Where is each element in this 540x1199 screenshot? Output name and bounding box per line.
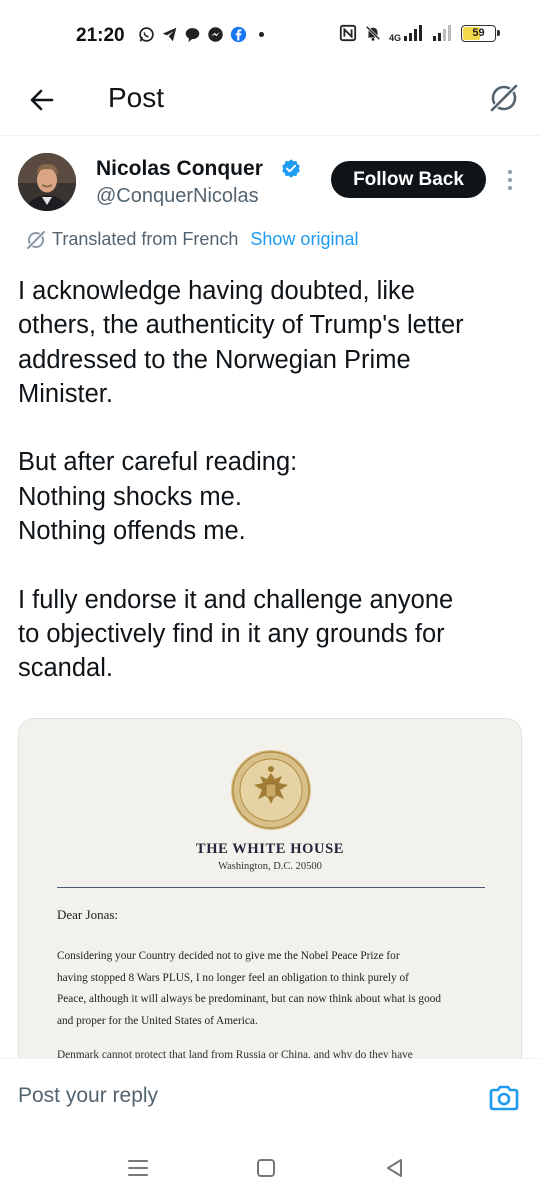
arrow-left-icon	[30, 89, 54, 111]
grok-button[interactable]	[484, 78, 524, 118]
translated-label: Translated from French	[52, 229, 239, 249]
notification-icons	[138, 26, 270, 43]
grok-icon	[490, 84, 518, 112]
messenger-icon	[208, 27, 223, 42]
more-dot	[508, 170, 512, 174]
grok-icon	[26, 230, 46, 249]
author-name[interactable]: Nicolas Conquer	[96, 157, 263, 181]
show-original-link[interactable]: Show original	[250, 229, 358, 250]
reply-input[interactable]	[18, 1084, 438, 1108]
letter-address: Washington, D.C. 20500	[218, 861, 322, 872]
top-app-bar: Post	[0, 70, 540, 136]
more-options-button[interactable]	[500, 168, 520, 192]
signal-icon-2	[433, 25, 451, 41]
tweet-paragraph: But after careful reading: Nothing shock…	[18, 448, 298, 546]
camera-button[interactable]	[486, 1081, 522, 1115]
author-handle[interactable]: @ConquerNicolas	[96, 185, 259, 208]
whatsapp-icon	[139, 27, 154, 42]
battery-level: 59	[472, 27, 485, 39]
telegram-icon	[162, 27, 177, 42]
translation-row: Translated from French Show original	[26, 229, 358, 250]
tweet-text: I acknowledge having doubted, like other…	[18, 274, 523, 686]
home-icon	[257, 1159, 275, 1177]
letter-cut-text: Denmark cannot protect that land from Ru…	[57, 1049, 413, 1058]
back-icon	[387, 1159, 402, 1177]
avatar[interactable]	[18, 153, 76, 211]
signal-icon: 4G	[388, 24, 425, 43]
recent-apps-button[interactable]	[123, 1156, 153, 1180]
system-nav-bar	[0, 1136, 540, 1199]
page-title: Post	[108, 82, 165, 113]
nfc-icon	[339, 24, 357, 42]
camera-icon	[489, 1085, 519, 1111]
home-button[interactable]	[251, 1156, 281, 1180]
chat-icon	[185, 28, 200, 43]
more-dot	[508, 186, 512, 190]
reply-bar	[0, 1058, 540, 1136]
facebook-icon	[230, 26, 247, 43]
tweet-paragraph: I acknowledge having doubted, like other…	[18, 277, 464, 408]
letter-cut-line: Denmark cannot protect that land from Ru…	[57, 1049, 487, 1058]
letter-divider	[57, 887, 485, 889]
letter-greeting: Dear Jonas:	[57, 907, 119, 922]
back-button[interactable]	[22, 80, 62, 120]
more-dot	[508, 178, 512, 182]
follow-back-button[interactable]: Follow Back	[331, 161, 486, 198]
letter-heading: THE WHITE HOUSE	[195, 841, 345, 857]
network-type: 4G	[388, 33, 401, 43]
mute-icon	[365, 25, 381, 41]
system-icons: 4G 59	[339, 24, 500, 43]
battery-icon: 59	[461, 24, 500, 42]
system-back-button[interactable]	[380, 1156, 410, 1180]
tweet-paragraph: I fully endorse it and challenge anyone …	[18, 585, 454, 683]
status-bar: 21:20 4G 59	[0, 0, 540, 70]
menu-icon	[128, 1160, 148, 1176]
dot-icon	[258, 31, 265, 38]
letter-body: Considering your Country decided not to …	[57, 950, 442, 1027]
tweet-media-image[interactable]: THE WHITE HOUSE Washington, D.C. 20500 D…	[18, 718, 522, 1058]
presidential-seal-icon	[231, 750, 311, 830]
status-time: 21:20	[76, 25, 125, 46]
verified-icon	[282, 159, 300, 178]
